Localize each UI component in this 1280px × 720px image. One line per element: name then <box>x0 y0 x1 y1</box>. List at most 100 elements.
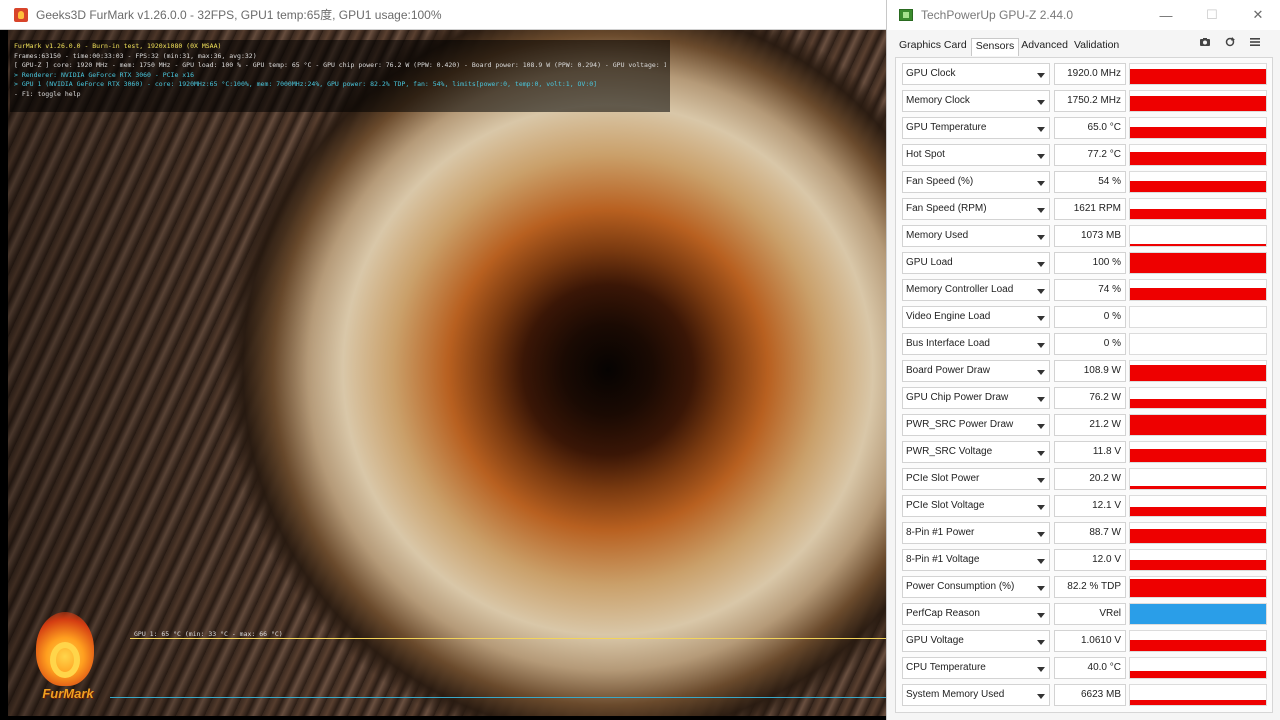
chevron-down-icon[interactable] <box>1037 316 1045 321</box>
overlay-line: FurMark v1.26.0.0 - Burn-in test, 1920x1… <box>14 42 222 50</box>
sensor-name-dropdown[interactable]: Power Consumption (%) <box>902 576 1050 598</box>
sensor-name-label: GPU Chip Power Draw <box>906 392 1009 403</box>
refresh-icon[interactable] <box>1224 37 1236 47</box>
sensor-name-label: Memory Used <box>906 230 969 241</box>
chevron-down-icon[interactable] <box>1037 424 1045 429</box>
chevron-down-icon[interactable] <box>1037 343 1045 348</box>
sensor-name-dropdown[interactable]: GPU Load <box>902 252 1050 274</box>
sensor-name-dropdown[interactable]: CPU Temperature <box>902 657 1050 679</box>
chevron-down-icon[interactable] <box>1037 613 1045 618</box>
sensor-name-dropdown[interactable]: Memory Clock <box>902 90 1050 112</box>
furmark-render-viewport[interactable] <box>8 30 886 716</box>
furmark-window-title: Geeks3D FurMark v1.26.0.0 - 32FPS, GPU1 … <box>36 8 442 22</box>
sensor-row-video-engine-load: Video Engine Load 0 % <box>902 305 1272 329</box>
sensor-graph-fill <box>1130 69 1266 84</box>
chevron-down-icon[interactable] <box>1037 694 1045 699</box>
tab-validation[interactable]: Validation <box>1072 38 1123 56</box>
tunnel-background <box>8 30 886 716</box>
furmark-titlebar[interactable]: Geeks3D FurMark v1.26.0.0 - 32FPS, GPU1 … <box>0 0 886 30</box>
sensor-graph <box>1129 90 1267 112</box>
sensor-name-dropdown[interactable]: PWR_SRC Power Draw <box>902 414 1050 436</box>
chevron-down-icon[interactable] <box>1037 667 1045 672</box>
sensor-name-label: Board Power Draw <box>906 365 990 376</box>
chevron-down-icon[interactable] <box>1037 478 1045 483</box>
sensor-graph-fill <box>1130 449 1266 462</box>
chevron-down-icon[interactable] <box>1037 235 1045 240</box>
sensor-name-dropdown[interactable]: GPU Clock <box>902 63 1050 85</box>
sensor-value: 1750.2 MHz <box>1054 90 1126 112</box>
sensor-value: 54 % <box>1054 171 1126 193</box>
gpuz-window: TechPowerUp GPU-Z 2.44.0 — ☐ ✕ Graphics … <box>886 0 1280 720</box>
sensor-name-dropdown[interactable]: Memory Controller Load <box>902 279 1050 301</box>
sensor-name-dropdown[interactable]: System Memory Used <box>902 684 1050 706</box>
hamburger-menu-icon[interactable] <box>1249 37 1261 47</box>
chevron-down-icon[interactable] <box>1037 505 1045 510</box>
minimize-button[interactable]: — <box>1143 0 1189 30</box>
camera-icon[interactable] <box>1199 37 1211 47</box>
maximize-button[interactable]: ☐ <box>1189 0 1235 30</box>
sensor-name-dropdown[interactable]: Bus Interface Load <box>902 333 1050 355</box>
sensor-name-dropdown[interactable]: 8-Pin #1 Voltage <box>902 549 1050 571</box>
logo-ring <box>50 642 80 678</box>
sensor-value: 12.1 V <box>1054 495 1126 517</box>
chevron-down-icon[interactable] <box>1037 370 1045 375</box>
sensor-name-dropdown[interactable]: Board Power Draw <box>902 360 1050 382</box>
chevron-down-icon[interactable] <box>1037 559 1045 564</box>
sensor-name-dropdown[interactable]: Fan Speed (RPM) <box>902 198 1050 220</box>
sensor-name-dropdown[interactable]: Video Engine Load <box>902 306 1050 328</box>
sensor-name-dropdown[interactable]: Fan Speed (%) <box>902 171 1050 193</box>
sensor-name-dropdown[interactable]: Memory Used <box>902 225 1050 247</box>
sensor-name-dropdown[interactable]: PCIe Slot Voltage <box>902 495 1050 517</box>
chevron-down-icon[interactable] <box>1037 181 1045 186</box>
chevron-down-icon[interactable] <box>1037 532 1045 537</box>
tab-advanced[interactable]: Advanced <box>1019 38 1072 56</box>
sensor-name-dropdown[interactable]: GPU Voltage <box>902 630 1050 652</box>
chevron-down-icon[interactable] <box>1037 451 1045 456</box>
sensor-name-label: GPU Clock <box>906 68 956 79</box>
sensor-row-memory-used: Memory Used 1073 MB <box>902 224 1272 248</box>
temperature-graph-line <box>130 638 886 639</box>
sensor-graph-fill <box>1130 181 1266 192</box>
chevron-down-icon[interactable] <box>1037 586 1045 591</box>
sensor-row-pwr-src-voltage: PWR_SRC Voltage 11.8 V <box>902 440 1272 464</box>
chevron-down-icon[interactable] <box>1037 73 1045 78</box>
chevron-down-icon[interactable] <box>1037 154 1045 159</box>
sensor-value: 12.0 V <box>1054 549 1126 571</box>
sensor-name-label: Power Consumption (%) <box>906 581 1015 592</box>
tab-graphics-card[interactable]: Graphics Card <box>897 38 971 56</box>
sensor-row-cpu-temperature: CPU Temperature 40.0 °C <box>902 656 1272 680</box>
sensor-row-memory-clock: Memory Clock 1750.2 MHz <box>902 89 1272 113</box>
sensor-name-dropdown[interactable]: Hot Spot <box>902 144 1050 166</box>
sensor-name-label: GPU Load <box>906 257 953 268</box>
sensor-row-8-pin-1-power: 8-Pin #1 Power 88.7 W <box>902 521 1272 545</box>
sensor-name-dropdown[interactable]: PCIe Slot Power <box>902 468 1050 490</box>
sensor-value: 0 % <box>1054 306 1126 328</box>
chevron-down-icon[interactable] <box>1037 289 1045 294</box>
sensor-row-gpu-clock: GPU Clock 1920.0 MHz <box>902 62 1272 86</box>
sensor-graph <box>1129 576 1267 598</box>
chevron-down-icon[interactable] <box>1037 397 1045 402</box>
sensor-name-dropdown[interactable]: GPU Chip Power Draw <box>902 387 1050 409</box>
sensor-name-dropdown[interactable]: GPU Temperature <box>902 117 1050 139</box>
sensor-value: 0 % <box>1054 333 1126 355</box>
furmark-window: Geeks3D FurMark v1.26.0.0 - 32FPS, GPU1 … <box>0 0 886 720</box>
tab-sensors[interactable]: Sensors <box>970 38 1020 56</box>
chevron-down-icon[interactable] <box>1037 208 1045 213</box>
chevron-down-icon[interactable] <box>1037 100 1045 105</box>
sensor-value: 11.8 V <box>1054 441 1126 463</box>
gpuz-titlebar[interactable]: TechPowerUp GPU-Z 2.44.0 — ☐ ✕ <box>887 0 1280 30</box>
sensor-name-dropdown[interactable]: 8-Pin #1 Power <box>902 522 1050 544</box>
sensor-graph <box>1129 603 1267 625</box>
chevron-down-icon[interactable] <box>1037 640 1045 645</box>
sensor-name-dropdown[interactable]: PerfCap Reason <box>902 603 1050 625</box>
sensor-graph <box>1129 414 1267 436</box>
sensor-graph-fill <box>1130 486 1266 489</box>
sensor-name-label: 8-Pin #1 Power <box>906 527 975 538</box>
chevron-down-icon[interactable] <box>1037 262 1045 267</box>
close-button[interactable]: ✕ <box>1235 0 1280 30</box>
sensor-graph-fill <box>1130 700 1266 705</box>
chevron-down-icon[interactable] <box>1037 127 1045 132</box>
sensor-graph-fill <box>1130 152 1266 165</box>
sensor-name-dropdown[interactable]: PWR_SRC Voltage <box>902 441 1050 463</box>
bottom-graph-line <box>110 697 886 698</box>
